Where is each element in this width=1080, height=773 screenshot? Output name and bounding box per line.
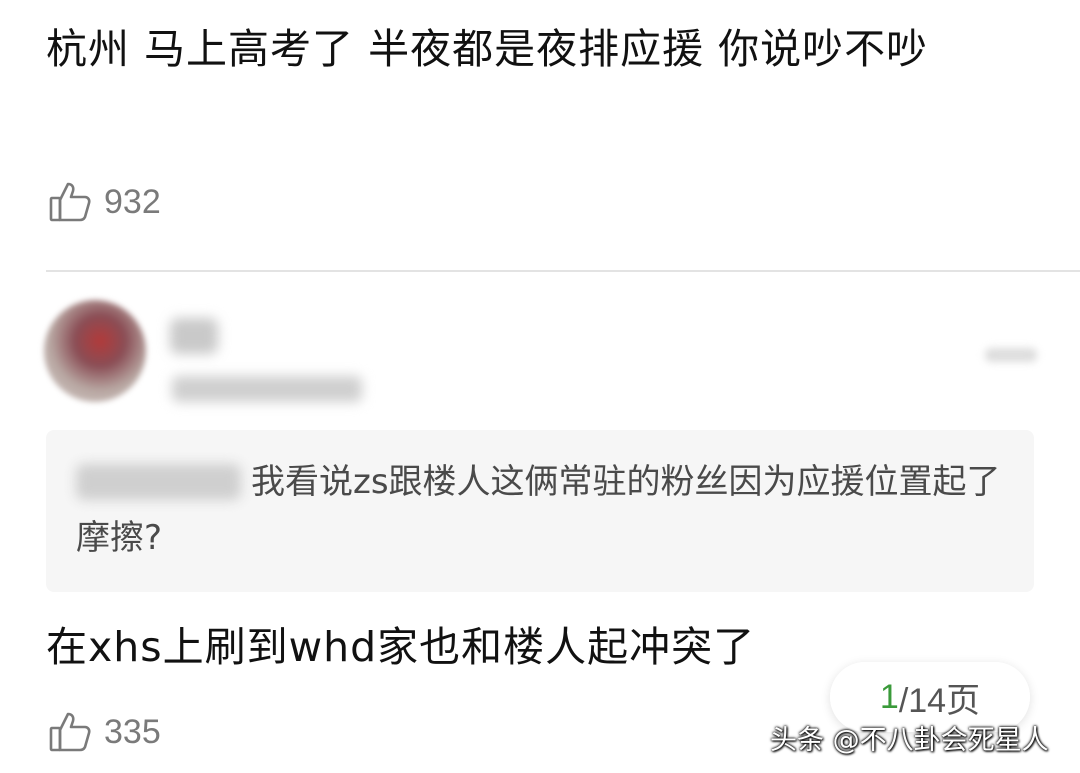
post-text: 杭州 马上高考了 半夜都是夜排应援 你说吵不吵: [46, 25, 929, 73]
comment-like-count: 335: [104, 712, 161, 751]
post-like-count: 932: [104, 182, 161, 221]
divider: [46, 270, 1080, 272]
comment-meta-blurred: [172, 376, 362, 402]
page-current: 1: [879, 677, 899, 716]
thumbs-up-icon: [49, 182, 91, 222]
page-total: /14页: [898, 681, 981, 720]
quote-box[interactable]: 我看说zs跟楼人这俩常驻的粉丝因为应援位置起了摩擦?: [46, 430, 1034, 592]
comment-like-button[interactable]: 335: [48, 710, 161, 754]
watermark: 头条 @不八卦会死星人: [770, 725, 1049, 756]
username-blurred[interactable]: [170, 318, 218, 354]
post-like-button[interactable]: 932: [48, 180, 161, 224]
thumbs-up-icon: [49, 712, 91, 752]
avatar[interactable]: [44, 300, 146, 402]
reply-text: 在xhs上刷到whd家也和楼人起冲突了: [46, 623, 756, 671]
quote-text: 我看说zs跟楼人这俩常驻的粉丝因为应援位置起了摩擦?: [76, 462, 1001, 558]
more-options-icon[interactable]: [985, 348, 1037, 362]
